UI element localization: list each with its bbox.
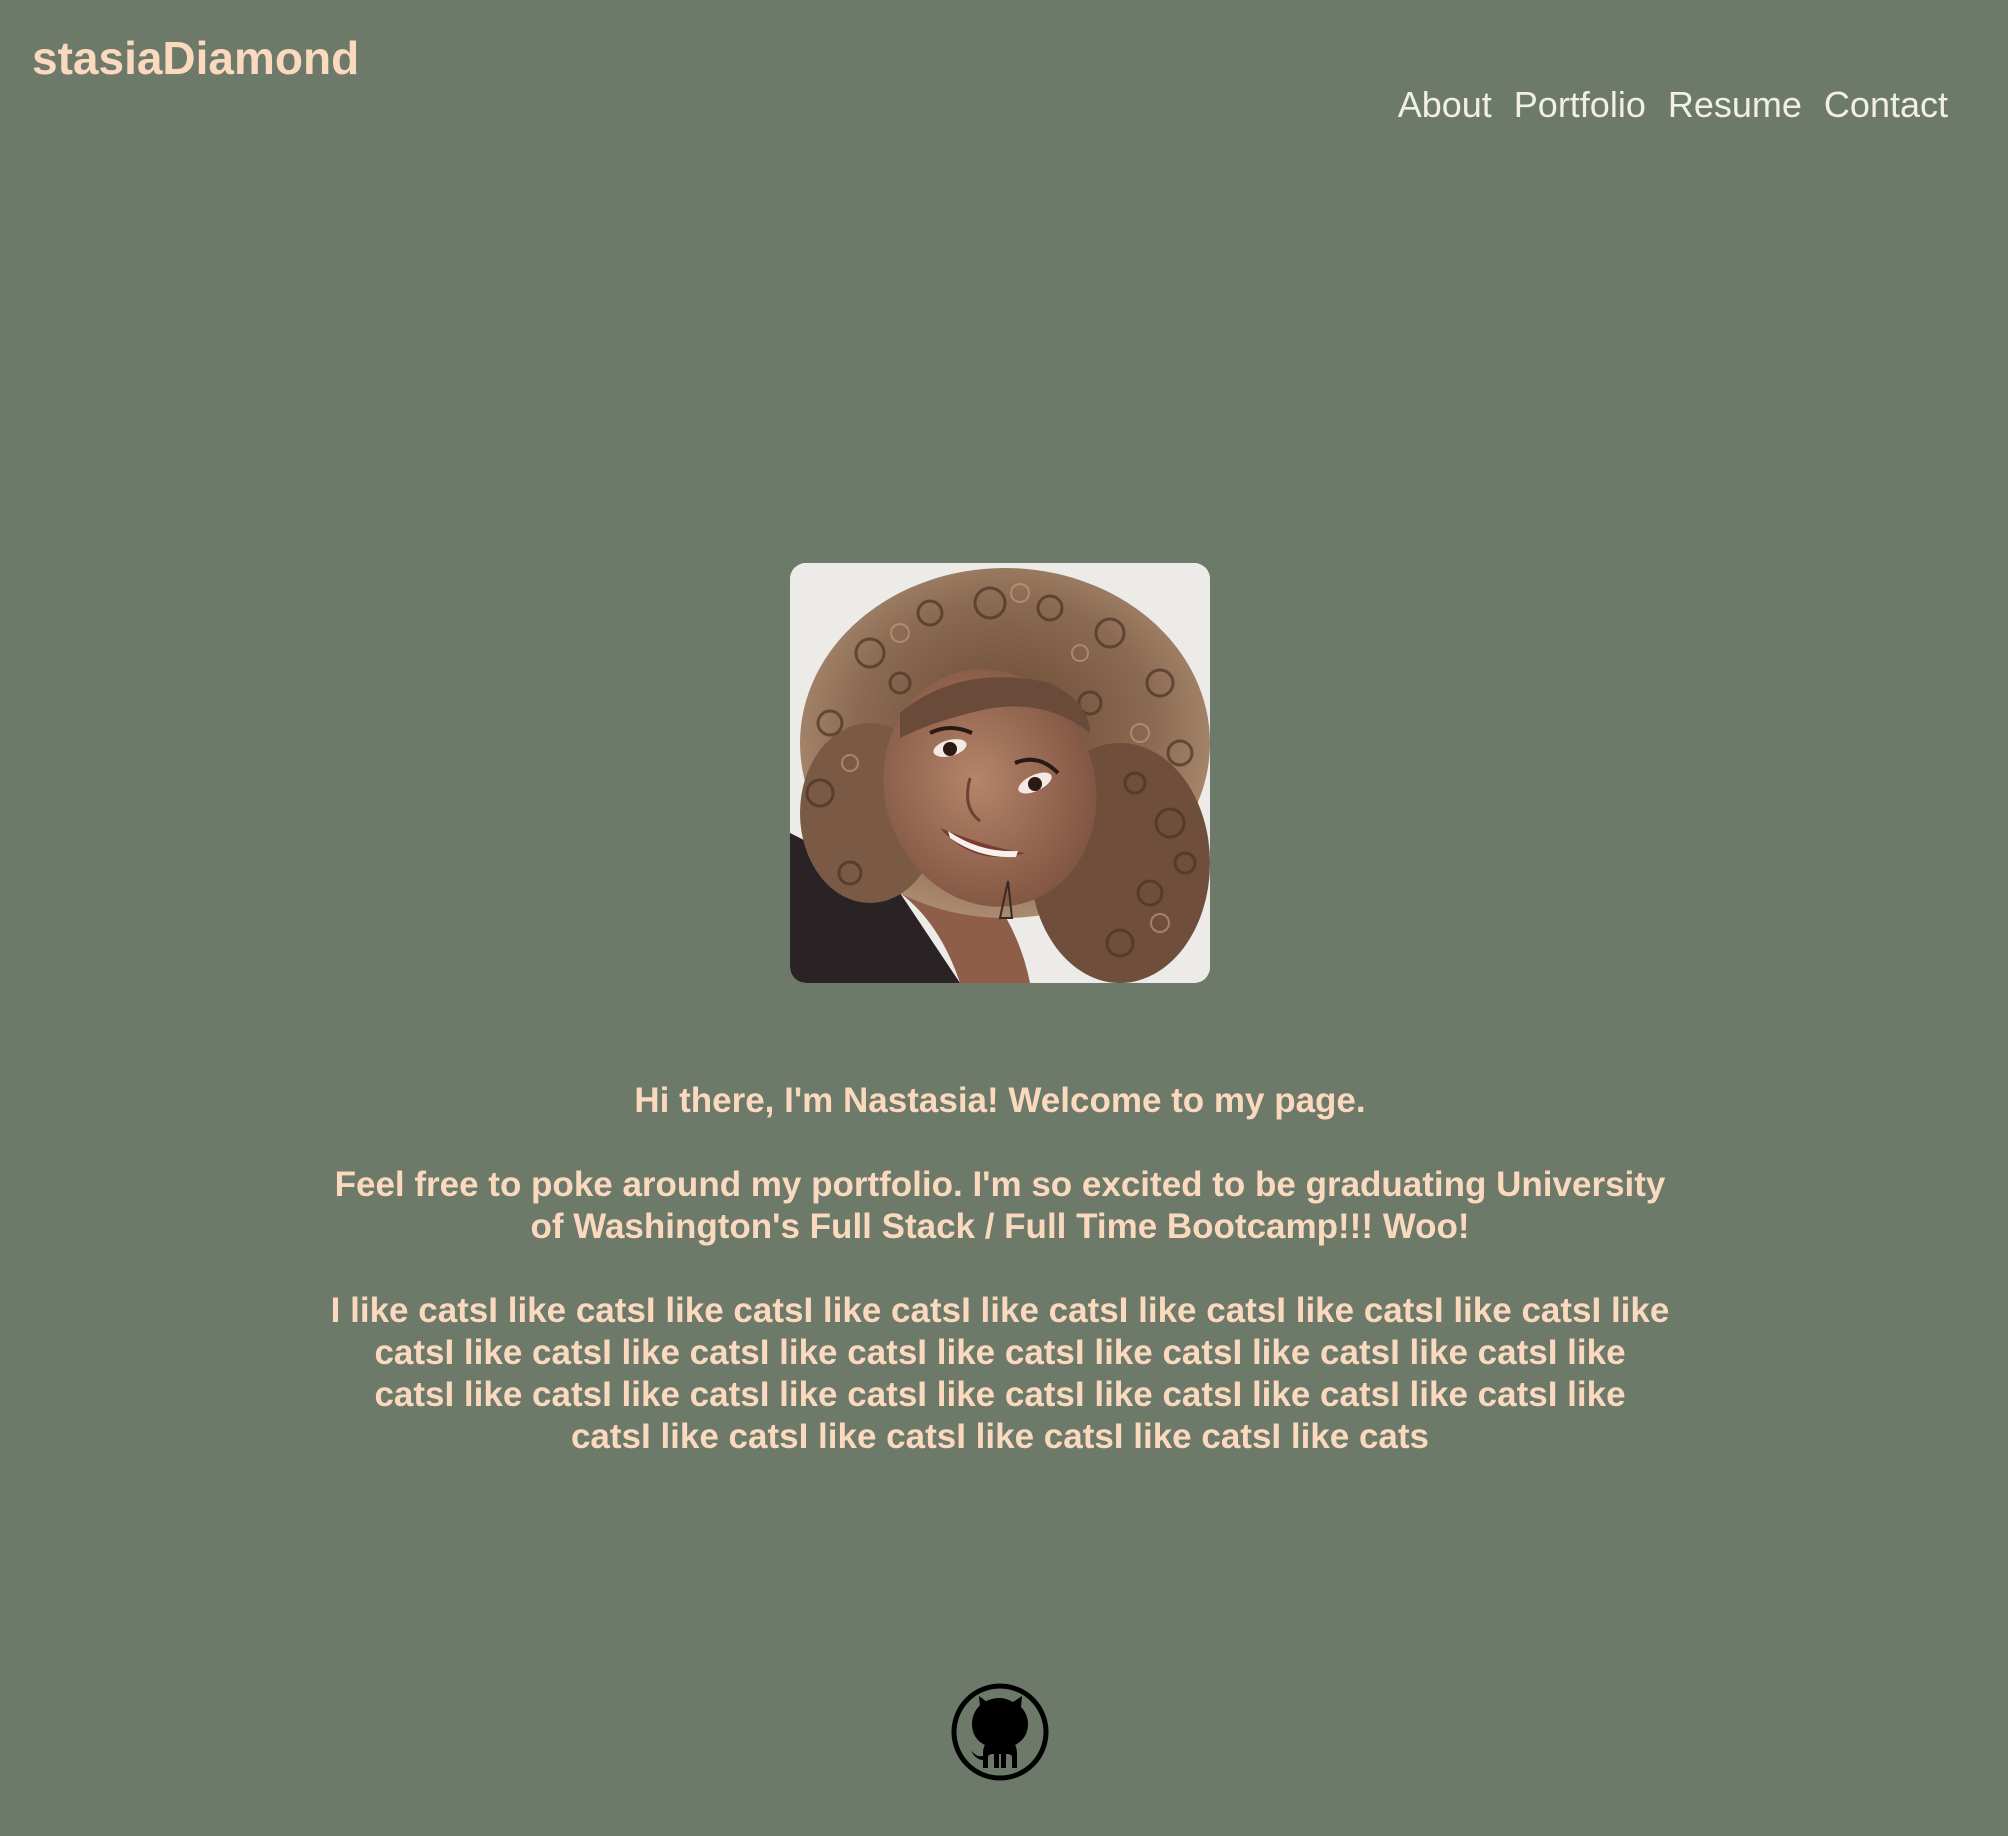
intro-text: Feel free to poke around my portfolio. I… [334,1165,1666,1246]
nav-portfolio-link[interactable]: Portfolio [1514,80,1646,130]
main-nav: About Portfolio Resume Contact [1398,80,1948,130]
github-icon [951,1683,1049,1781]
nav-contact-link[interactable]: Contact [1824,80,1948,130]
profile-photo [790,563,1210,983]
github-link[interactable] [950,1682,1050,1782]
nav-about-link[interactable]: About [1398,80,1492,130]
profile-photo-illustration [790,563,1210,983]
bio-section: Hi there, I'm Nastasia! Welcome to my pa… [330,1080,1670,1500]
nav-resume-link[interactable]: Resume [1668,80,1802,130]
cats-text: I like catsI like catsI like catsI like … [330,1291,1670,1456]
brand-logo-link[interactable]: stasiaDiamond [32,28,359,88]
greeting-text: Hi there, I'm Nastasia! Welcome to my pa… [634,1081,1366,1120]
